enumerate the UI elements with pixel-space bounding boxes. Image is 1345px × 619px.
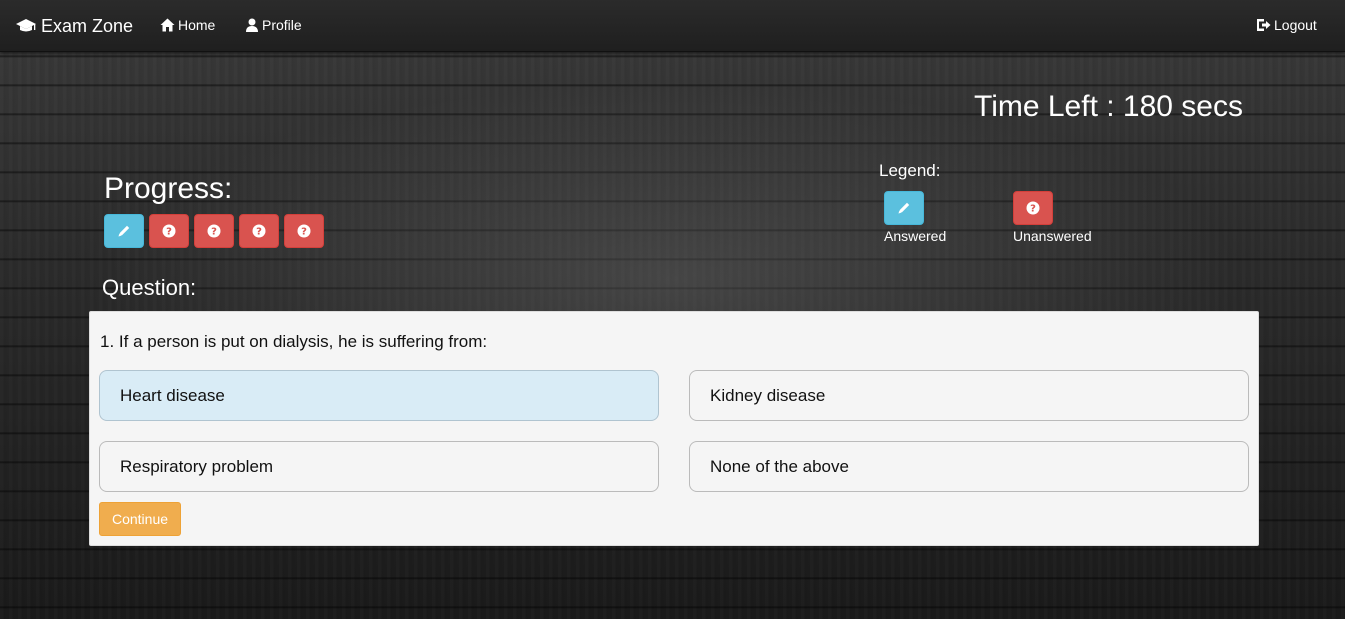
svg-text:?: ? [211, 227, 217, 238]
graduation-cap-icon [16, 19, 36, 32]
option-1-label: Heart disease [120, 385, 225, 405]
nav-profile-label: Profile [262, 17, 302, 33]
progress-indicators: ? ? ? ? [104, 214, 324, 248]
legend-answered-swatch [884, 191, 924, 225]
nav-home[interactable]: Home [160, 17, 215, 33]
question-circle-icon: ? [252, 224, 266, 238]
question-circle-icon: ? [162, 224, 176, 238]
svg-text:?: ? [1030, 204, 1036, 215]
question-panel: 1. If a person is put on dialysis, he is… [89, 311, 1259, 546]
option-3-label: Respiratory problem [120, 456, 274, 476]
legend-title: Legend: [879, 161, 941, 180]
user-icon [246, 18, 258, 32]
navbar: Exam Zone Home Profile Logout [0, 0, 1345, 52]
progress-question-3[interactable]: ? [194, 214, 234, 248]
question-circle-icon: ? [207, 224, 221, 238]
question-circle-icon: ? [297, 224, 311, 238]
question-circle-icon: ? [1026, 201, 1040, 215]
svg-text:?: ? [256, 227, 262, 238]
progress-title: Progress: [104, 172, 233, 205]
question-text: 1. If a person is put on dialysis, he is… [100, 332, 488, 351]
progress-question-2[interactable]: ? [149, 214, 189, 248]
home-icon [160, 18, 175, 32]
continue-button[interactable]: Continue [99, 502, 181, 536]
question-title: Question: [102, 275, 197, 300]
pencil-icon [898, 202, 910, 214]
legend-unanswered-label: Unanswered [1013, 228, 1092, 244]
legend-unanswered-swatch: ? [1013, 191, 1053, 225]
progress-question-5[interactable]: ? [284, 214, 324, 248]
option-4-label: None of the above [710, 456, 849, 476]
legend-unanswered: ? Unanswered [1013, 191, 1092, 244]
option-1[interactable]: Heart disease [99, 370, 659, 421]
option-4[interactable]: None of the above [689, 441, 1249, 492]
time-left: Time Left : 180 secs [973, 90, 1243, 123]
nav-logout-label: Logout [1274, 17, 1317, 33]
option-2-label: Kidney disease [710, 385, 826, 405]
legend-answered-label: Answered [884, 228, 947, 244]
nav-profile[interactable]: Profile [245, 17, 302, 33]
progress-question-4[interactable]: ? [239, 214, 279, 248]
option-3[interactable]: Respiratory problem [99, 441, 659, 492]
svg-text:?: ? [301, 227, 307, 238]
legend-answered: Answered [884, 191, 946, 244]
brand-label: Exam Zone [41, 15, 134, 36]
brand-link[interactable]: Exam Zone [15, 15, 133, 37]
nav-home-label: Home [178, 17, 216, 33]
logout-icon [1257, 19, 1271, 31]
progress-question-1[interactable] [104, 214, 144, 248]
svg-text:?: ? [166, 227, 172, 238]
nav-logout[interactable]: Logout [1256, 17, 1317, 33]
option-2[interactable]: Kidney disease [689, 370, 1249, 421]
pencil-icon [118, 225, 130, 237]
